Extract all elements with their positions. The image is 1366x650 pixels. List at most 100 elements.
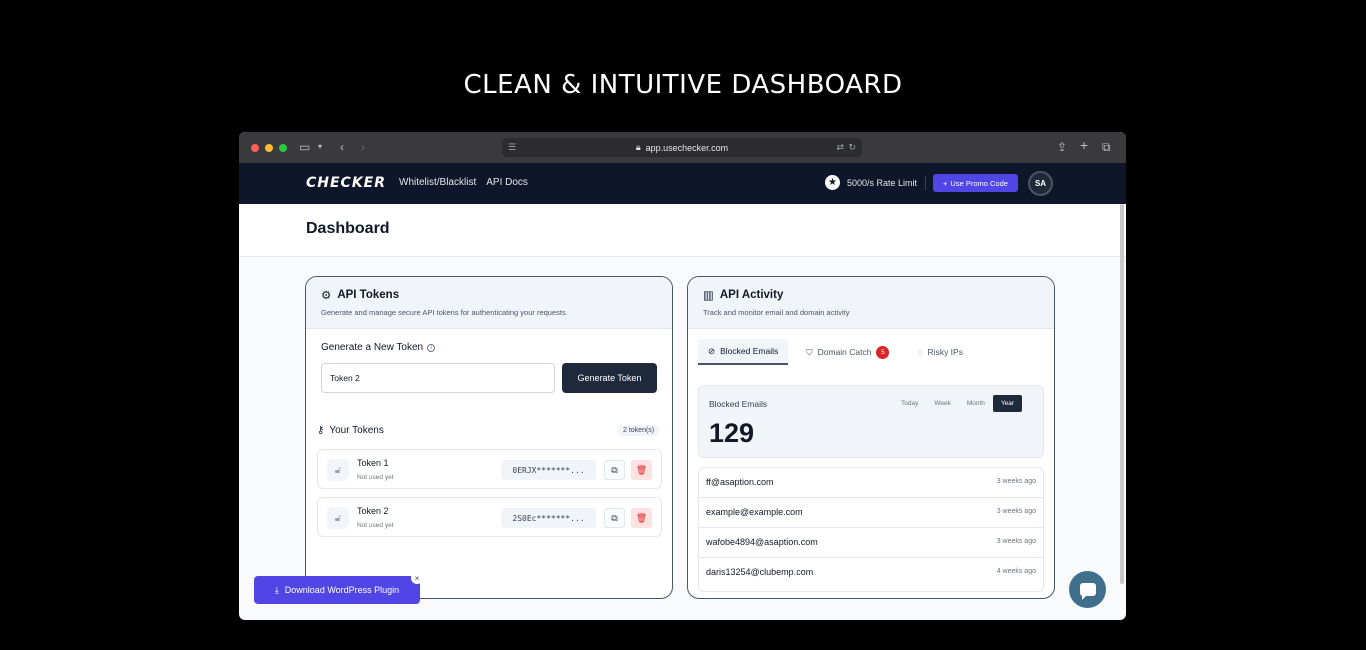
list-item[interactable]: example@example.com 3 weeks ago [699, 498, 1043, 528]
api-activity-header: ▥ API Activity Track and monitor email a… [688, 277, 1054, 329]
tab-label: Blocked Emails [720, 346, 779, 356]
generate-token-label-text: Generate a New Token [321, 342, 424, 353]
generate-token-button[interactable]: Generate Token [562, 363, 657, 393]
page-header: Dashboard [239, 204, 1126, 257]
api-activity-card: ▥ API Activity Track and monitor email a… [687, 276, 1055, 599]
domain-catch-badge: 5 [876, 345, 890, 359]
delete-token-button[interactable]: 🗑︎ [631, 508, 652, 528]
nav-link-api-docs[interactable]: API Docs [486, 177, 528, 188]
block-icon: ⊘ [708, 345, 716, 356]
close-icon[interactable]: × [411, 572, 423, 584]
checker-logo[interactable]: CHECKER [306, 175, 386, 191]
tab-blocked-emails[interactable]: ⊘ Blocked Emails [698, 339, 789, 365]
download-wordpress-plugin-button[interactable]: ⤓ Download WordPress Plugin [254, 576, 420, 604]
api-tokens-header: ⚙ API Tokens Generate and manage secure … [306, 277, 672, 329]
entry-time: 3 weeks ago [996, 508, 1036, 515]
back-arrow-icon[interactable]: ‹ [340, 141, 344, 153]
time-range-selector: Today Week Month Year [893, 395, 1023, 412]
nav-links: Whitelist/Blacklist API Docs [399, 177, 528, 188]
info-icon[interactable]: i [427, 343, 436, 352]
window-controls [251, 144, 287, 152]
rate-limit-text: 5000/s Rate Limit [847, 177, 918, 188]
activity-tabs: ⊘ Blocked Emails ⛉ Domain Catch 5 ◌ Risk… [698, 339, 973, 365]
token-key: 2S0Ec*******... [501, 508, 596, 528]
plus-icon: + [943, 178, 948, 188]
range-year[interactable]: Year [992, 395, 1023, 412]
url-text: app.usechecker.com [645, 142, 729, 153]
unlock-icon: 🔓︎ [327, 459, 349, 481]
stats-label: Blocked Emails [709, 399, 768, 409]
address-bar[interactable]: ☰ 🔒︎ app.usechecker.com ⇄ ↻ [502, 138, 862, 157]
chat-widget-button[interactable] [1069, 571, 1106, 608]
delete-token-button[interactable]: 🗑︎ [631, 460, 652, 480]
trash-icon: 🗑︎ [635, 512, 648, 523]
page-title: Dashboard [306, 220, 390, 237]
unlock-icon: 🔓︎ [327, 507, 349, 529]
browser-window: ▭ ▾ ‹ › ☰ 🔒︎ app.usechecker.com ⇄ ↻ ⇪ + … [239, 132, 1126, 620]
rate-limit-indicator: ★ 5000/s Rate Limit [825, 175, 917, 190]
api-tokens-subtitle: Generate and manage secure API tokens fo… [321, 308, 566, 317]
page-menu-icon[interactable]: ☰ [508, 142, 516, 153]
email-address: example@example.com [706, 507, 803, 517]
shield-icon: ⛉ [806, 346, 813, 357]
api-activity-subtitle: Track and monitor email and domain activ… [703, 308, 850, 317]
forward-arrow-icon[interactable]: › [361, 141, 365, 153]
chevron-down-icon[interactable]: ▾ [318, 141, 322, 153]
sidebar-toggle-icon[interactable]: ▭ [299, 141, 310, 153]
generate-token-label: Generate a New Token i [321, 342, 436, 353]
minimize-window-button[interactable] [265, 144, 273, 152]
avatar[interactable]: SA [1028, 171, 1053, 196]
range-month[interactable]: Month [959, 395, 993, 412]
api-tokens-title: API Tokens [337, 289, 400, 301]
gear-icon: ⚙ [321, 290, 332, 302]
tab-overview-icon[interactable]: ⧉ [1102, 141, 1111, 153]
tab-risky-ips[interactable]: ◌ Risky IPs [907, 339, 972, 365]
nav-divider [925, 176, 926, 190]
copy-token-button[interactable]: ⧉ [604, 460, 625, 480]
translate-icon[interactable]: ⇄ [836, 142, 844, 153]
list-item[interactable]: daris13254@clubemp.com 4 weeks ago [699, 558, 1043, 588]
wordpress-label: Download WordPress Plugin [284, 585, 400, 595]
zoom-window-button[interactable] [279, 144, 287, 152]
chat-icon [1079, 583, 1096, 600]
nav-link-whitelist-blacklist[interactable]: Whitelist/Blacklist [399, 177, 476, 188]
token-name: Token 2 [357, 506, 389, 516]
copy-token-button[interactable]: ⧉ [604, 508, 625, 528]
promo-label: Use Promo Code [950, 178, 1008, 188]
token-name-input[interactable] [321, 363, 555, 393]
browser-chrome: ▭ ▾ ‹ › ☰ 🔒︎ app.usechecker.com ⇄ ↻ ⇪ + … [239, 132, 1126, 163]
token-row: 🔓︎ Token 1 Not used yet 0ERJX*******... … [317, 449, 662, 489]
email-address: daris13254@clubemp.com [706, 567, 814, 577]
star-icon: ★ [825, 175, 840, 190]
api-tokens-card: ⚙ API Tokens Generate and manage secure … [305, 276, 673, 599]
range-week[interactable]: Week [926, 395, 959, 412]
tab-domain-catch[interactable]: ⛉ Domain Catch 5 [796, 339, 899, 365]
range-today[interactable]: Today [893, 395, 926, 412]
new-tab-icon[interactable]: + [1080, 138, 1088, 152]
close-window-button[interactable] [251, 144, 259, 152]
list-item[interactable]: wafobe4894@asaption.com 3 weeks ago [699, 528, 1043, 558]
copy-icon: ⧉ [611, 512, 618, 523]
your-tokens-heading: ⚷ Your Tokens [317, 425, 384, 436]
reload-icon[interactable]: ↻ [848, 142, 856, 153]
list-item[interactable]: ff@asaption.com 3 weeks ago [699, 468, 1043, 498]
use-promo-code-button[interactable]: + Use Promo Code [933, 174, 1018, 192]
token-name: Token 1 [357, 458, 389, 468]
top-nav: CHECKER Whitelist/Blacklist API Docs ★ 5… [239, 163, 1126, 204]
headline: CLEAN & INTUITIVE DASHBOARD [463, 70, 903, 100]
token-key: 0ERJX*******... [501, 460, 596, 480]
token-status: Not used yet [357, 474, 394, 481]
scrollbar[interactable] [1120, 204, 1124, 584]
share-icon[interactable]: ⇪ [1057, 141, 1067, 153]
key-icon: ⚷ [317, 425, 325, 436]
blocked-emails-list: ff@asaption.com 3 weeks ago example@exam… [698, 467, 1044, 592]
tab-label: Risky IPs [927, 347, 963, 357]
blocked-emails-stats: Blocked Emails 129 Today Week Month Year [698, 385, 1044, 458]
entry-time: 4 weeks ago [996, 568, 1036, 575]
entry-time: 3 weeks ago [996, 478, 1036, 485]
stats-value: 129 [709, 418, 755, 448]
copy-icon: ⧉ [611, 464, 618, 475]
email-address: ff@asaption.com [706, 477, 774, 487]
token-status: Not used yet [357, 522, 394, 529]
download-icon: ⤓ [274, 584, 279, 595]
